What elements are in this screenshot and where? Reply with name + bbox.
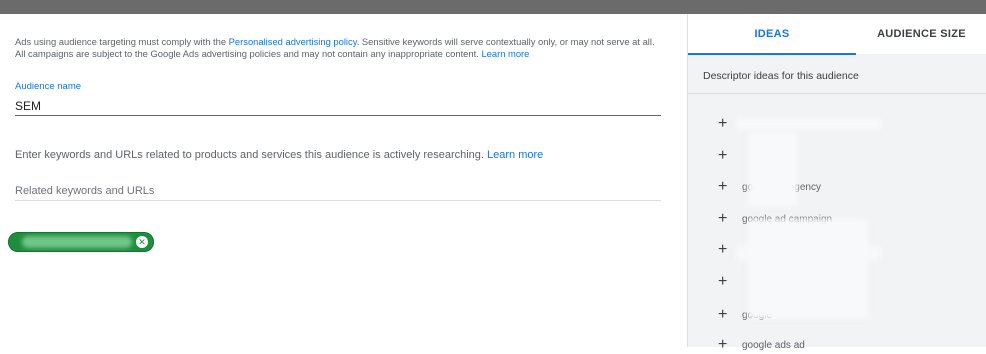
keyword-chip[interactable]: ✕ bbox=[8, 232, 154, 252]
idea-item[interactable]: + bbox=[718, 147, 742, 165]
personalised-advertising-policy-link[interactable]: Personalised advertising policy bbox=[229, 36, 357, 47]
redaction-blur bbox=[748, 219, 868, 319]
redaction-blur bbox=[748, 132, 798, 207]
plus-icon: + bbox=[718, 336, 728, 353]
idea-item[interactable]: + google ads ad bbox=[718, 336, 805, 354]
chip-redacted-text bbox=[22, 236, 132, 248]
plus-icon: + bbox=[718, 241, 728, 258]
plus-icon: + bbox=[718, 147, 728, 164]
top-bar bbox=[0, 0, 986, 14]
plus-icon: + bbox=[718, 178, 728, 195]
plus-icon: + bbox=[718, 273, 728, 290]
redaction-blur bbox=[736, 118, 881, 130]
related-keywords-input[interactable] bbox=[15, 182, 661, 201]
plus-icon: + bbox=[718, 115, 728, 132]
policy-notice: Ads using audience targeting must comply… bbox=[15, 36, 665, 60]
panel-tabs: IDEAS AUDIENCE SIZE bbox=[688, 14, 986, 55]
keywords-learn-more-link[interactable]: Learn more bbox=[487, 149, 543, 161]
keywords-instruction-text: Enter keywords and URLs related to produ… bbox=[15, 149, 488, 161]
policy-learn-more-link[interactable]: Learn more bbox=[481, 48, 529, 59]
idea-item[interactable]: + bbox=[718, 273, 742, 291]
tab-ideas[interactable]: IDEAS bbox=[688, 14, 856, 55]
panel-divider bbox=[688, 93, 986, 94]
plus-icon: + bbox=[718, 210, 728, 227]
audience-form-panel: Ads using audience targeting must comply… bbox=[0, 14, 686, 347]
chip-close-icon[interactable]: ✕ bbox=[136, 236, 148, 248]
keywords-instruction: Enter keywords and URLs related to produ… bbox=[15, 149, 543, 161]
plus-icon: + bbox=[718, 306, 728, 323]
descriptor-ideas-title: Descriptor ideas for this audience bbox=[703, 70, 859, 82]
ideas-panel: IDEAS AUDIENCE SIZE Descriptor ideas for… bbox=[687, 14, 986, 353]
idea-text: google ads ad bbox=[742, 339, 805, 351]
policy-text-1: Ads using audience targeting must comply… bbox=[15, 36, 229, 47]
audience-name-input[interactable] bbox=[15, 97, 661, 116]
tab-audience-size[interactable]: AUDIENCE SIZE bbox=[856, 14, 986, 54]
audience-name-label: Audience name bbox=[15, 81, 82, 92]
